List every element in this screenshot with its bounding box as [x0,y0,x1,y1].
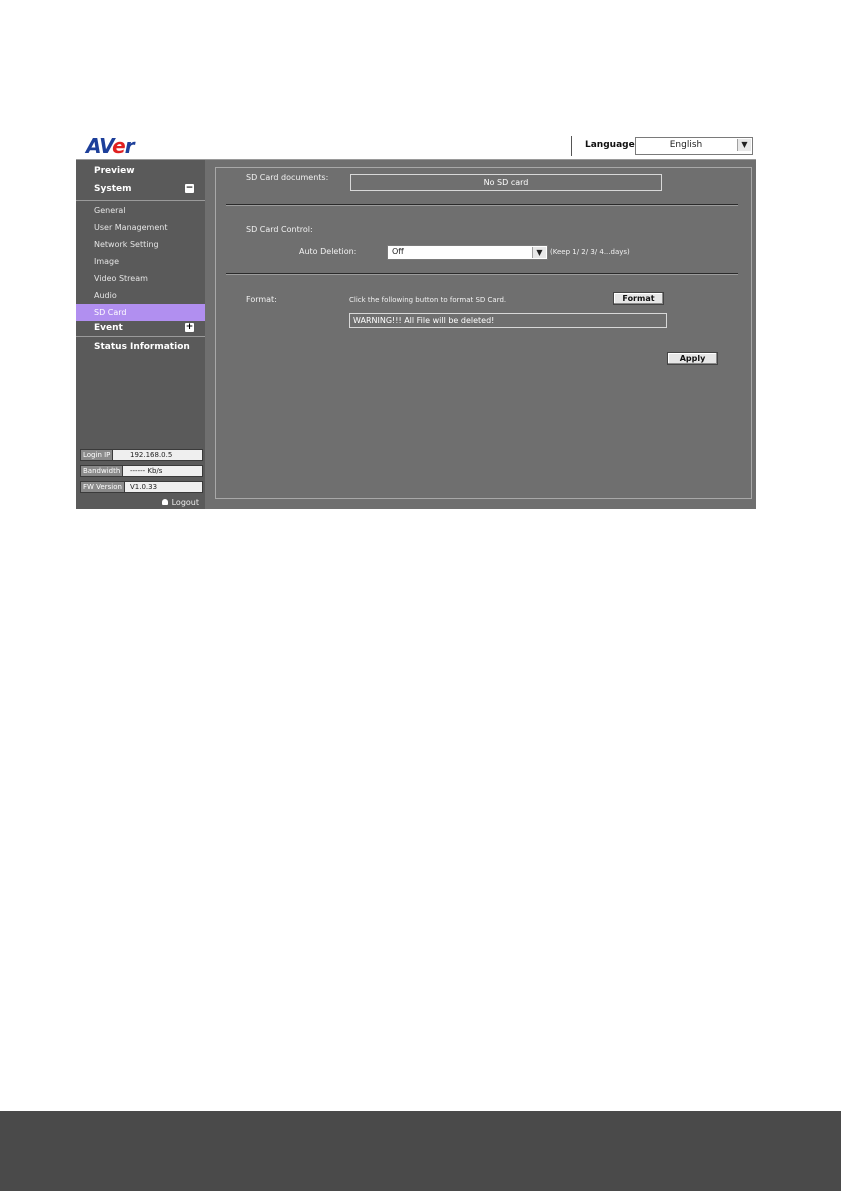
sidebar-item-user-management[interactable]: User Management [76,219,205,236]
language-divider [571,136,572,156]
fw-version-info: FW Version V1.0.33 [80,481,203,493]
format-label: Format: [246,295,277,304]
sidebar-item-audio[interactable]: Audio [76,287,205,304]
chevron-down-icon[interactable]: ▼ [737,139,751,151]
chevron-down-icon[interactable]: ▼ [532,247,546,258]
bandwidth-value: ------ Kb/s [130,467,163,475]
warning-field: WARNING!!! All File will be deleted! [349,313,667,328]
sd-documents-label: SD Card documents: [246,173,329,182]
aver-logo: AVer [86,134,135,158]
sidebar-item-image[interactable]: Image [76,253,205,270]
sidebar-item-network-setting[interactable]: Network Setting [76,236,205,253]
nav-status-information[interactable]: Status Information [76,338,205,356]
language-value: English [669,140,703,150]
section-divider [226,273,738,275]
sidebar-item-general[interactable]: General [76,202,205,219]
login-ip-info: Login IP 192.168.0.5 [80,449,203,461]
section-divider [226,204,738,206]
language-select[interactable]: English ▼ [635,137,753,155]
format-button[interactable]: Format [613,292,664,305]
logout-link[interactable]: Logout [161,498,199,507]
nav-system[interactable]: System − [76,180,205,198]
sidebar-item-video-stream[interactable]: Video Stream [76,270,205,287]
collapse-icon[interactable]: − [185,184,194,193]
logout-label: Logout [171,498,199,507]
sd-card-settings-panel: SD Card documents: No SD card SD Card Co… [215,167,752,499]
top-bar: AVer Language English ▼ [76,133,756,160]
expand-icon[interactable]: + [185,323,194,332]
user-icon [161,499,168,505]
format-hint: Click the following button to format SD … [349,296,507,304]
sd-documents-field: No SD card [350,174,662,191]
bandwidth-label: Bandwidth [81,466,124,476]
language-label: Language [585,140,635,150]
system-submenu: General User Management Network Setting … [76,200,205,337]
browser-window: AVer Language English ▼ Preview System −… [76,133,756,509]
auto-deletion-label: Auto Deletion: [299,247,357,256]
apply-button[interactable]: Apply [667,352,718,365]
auto-deletion-value: Off [392,247,404,256]
auto-deletion-hint: (Keep 1/ 2/ 3/ 4...days) [550,248,630,256]
sd-control-label: SD Card Control: [246,225,313,234]
nav-preview[interactable]: Preview [76,162,205,180]
bandwidth-info: Bandwidth ------ Kb/s [80,465,203,477]
login-ip-value: 192.168.0.5 [130,451,173,459]
page-footer-bar [0,1111,841,1191]
sidebar: Preview System − General User Management… [76,160,205,509]
fw-version-label: FW Version [81,482,125,492]
login-ip-label: Login IP [81,450,114,460]
auto-deletion-select[interactable]: Off ▼ [387,245,548,260]
fw-version-value: V1.0.33 [130,483,158,491]
nav-event[interactable]: Event + [76,319,205,337]
